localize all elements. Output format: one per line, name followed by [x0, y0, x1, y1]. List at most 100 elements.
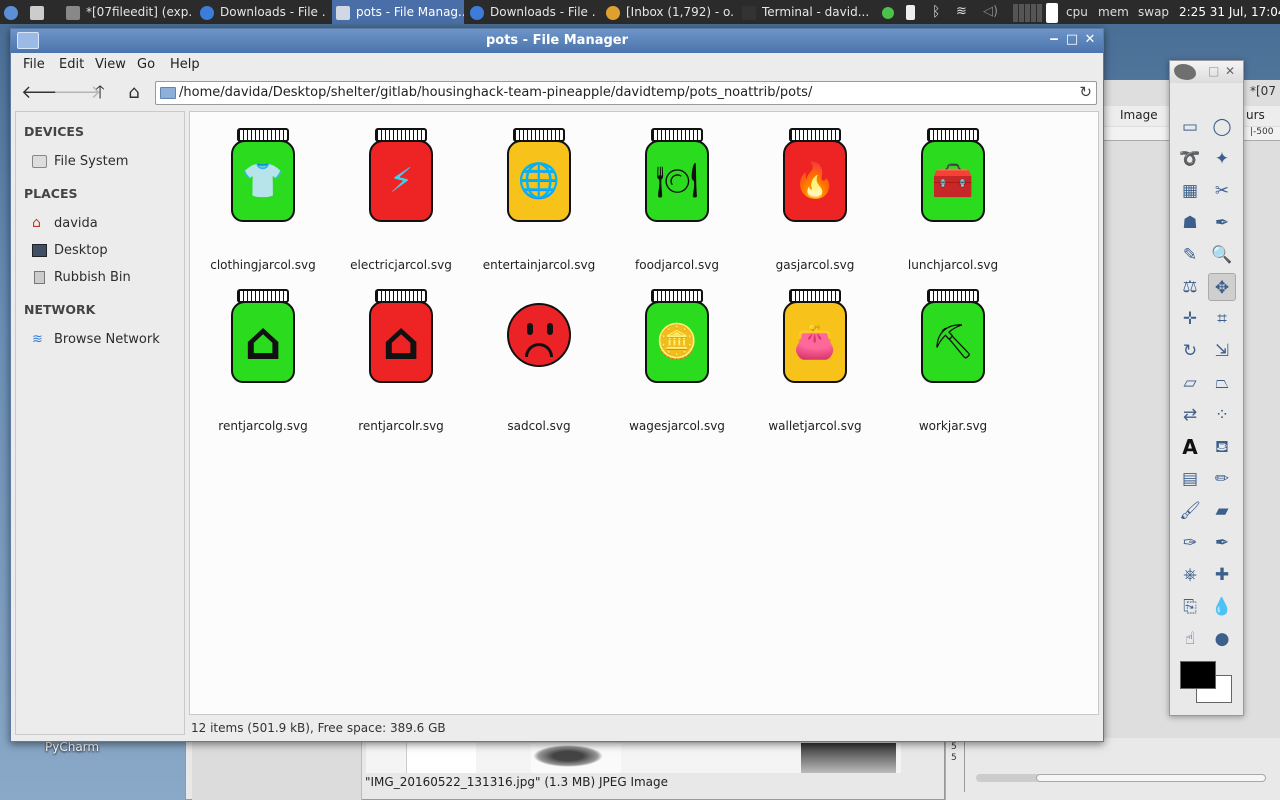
- workspace-switcher[interactable]: [1013, 0, 1045, 24]
- swap-monitor[interactable]: swap: [1138, 0, 1169, 24]
- thumbnail[interactable]: [406, 743, 476, 773]
- file-item[interactable]: ⌂ rentjarcolr.svg: [332, 283, 470, 443]
- menu-view[interactable]: View: [95, 57, 126, 72]
- back-arrow-icon[interactable]: 🡐: [21, 81, 69, 105]
- sidebar-item-rubbish-bin[interactable]: Rubbish Bin: [32, 267, 182, 289]
- show-desktop-icon[interactable]: [30, 0, 48, 24]
- menu-edit[interactable]: Edit: [59, 57, 84, 72]
- close-button[interactable]: ✕: [1081, 31, 1099, 49]
- taskbar-item[interactable]: *[07fileedit] (exp...: [62, 0, 192, 24]
- crop-icon[interactable]: ⌗: [1208, 305, 1236, 333]
- flip-icon[interactable]: ⇄: [1176, 401, 1204, 429]
- align-icon[interactable]: ✛: [1176, 305, 1204, 333]
- home-icon[interactable]: ⌂: [121, 81, 147, 105]
- gimp-menu-fragment[interactable]: urs: [1246, 108, 1265, 122]
- cage-icon[interactable]: ⁘: [1208, 401, 1236, 429]
- scissors-icon[interactable]: ✂: [1208, 177, 1236, 205]
- magic-wand-icon[interactable]: ✦: [1208, 145, 1236, 173]
- desktop-icon-pycharm[interactable]: PyCharm: [45, 740, 99, 754]
- sidebar-item-desktop[interactable]: Desktop: [32, 240, 182, 262]
- location-bar[interactable]: /home/davida/Desktop/shelter/gitlab/hous…: [155, 81, 1097, 105]
- close-button[interactable]: ✕: [1225, 64, 1235, 78]
- file-item[interactable]: 🧰 lunchjarcol.svg: [884, 122, 1022, 282]
- reload-icon[interactable]: ↻: [1079, 83, 1092, 101]
- location-path[interactable]: /home/davida/Desktop/shelter/gitlab/hous…: [179, 85, 812, 100]
- sidebar-item-browse-network[interactable]: ≋ Browse Network: [32, 329, 182, 351]
- airbrush-icon[interactable]: ✑: [1176, 529, 1204, 557]
- taskbar-item[interactable]: [Inbox (1,792) - o...: [602, 0, 734, 24]
- toolbox-titlebar[interactable]: □ ✕: [1170, 61, 1243, 83]
- thumbnail[interactable]: [531, 743, 621, 773]
- network-status-icon[interactable]: [882, 0, 896, 24]
- eraser-icon[interactable]: ▰: [1208, 497, 1236, 525]
- horizontal-scrollbar[interactable]: [976, 774, 1266, 782]
- file-item[interactable]: ⌂ rentjarcolg.svg: [194, 283, 332, 443]
- file-item[interactable]: 🌐 entertainjarcol.svg: [470, 122, 608, 282]
- ink-icon[interactable]: ✒: [1208, 529, 1236, 557]
- maximize-button[interactable]: □: [1063, 31, 1081, 49]
- sidebar-item-file-system[interactable]: File System: [32, 151, 182, 173]
- ellipse-select-icon[interactable]: ◯: [1208, 113, 1236, 141]
- blur-icon[interactable]: 💧: [1208, 593, 1236, 621]
- bucket-fill-icon[interactable]: ⛾: [1208, 433, 1236, 461]
- color-picker-icon[interactable]: ✎: [1176, 241, 1204, 269]
- foreground-select-icon[interactable]: ☗: [1176, 209, 1204, 237]
- rect-select-icon[interactable]: ▭: [1176, 113, 1204, 141]
- heal-icon[interactable]: ✚: [1208, 561, 1236, 589]
- minimize-button[interactable]: ‒: [1045, 31, 1063, 49]
- rotate-icon[interactable]: ↻: [1176, 337, 1204, 365]
- menu-go[interactable]: Go: [137, 57, 155, 72]
- perspective-icon[interactable]: ⏢: [1208, 369, 1236, 397]
- taskbar-item[interactable]: Downloads - File ...: [196, 0, 326, 24]
- perspective-clone-icon[interactable]: ⎘: [1176, 593, 1204, 621]
- measure-icon[interactable]: ⚖: [1176, 273, 1204, 301]
- paintbrush-icon[interactable]: 🖌: [1176, 497, 1204, 525]
- wifi-icon[interactable]: ≋: [956, 0, 976, 24]
- file-icon-view[interactable]: 👕 clothingjarcol.svg ⚡ electricjarcol.svg 🌐 e…: [189, 111, 1099, 715]
- volume-icon[interactable]: ◁): [983, 0, 1001, 24]
- pencil-icon[interactable]: ✏: [1208, 465, 1236, 493]
- file-item[interactable]: 🔥 gasjarcol.svg: [746, 122, 884, 282]
- file-name: rentjarcolr.svg: [358, 419, 444, 433]
- file-name: clothingjarcol.svg: [210, 258, 316, 272]
- select-by-color-icon[interactable]: ▦: [1176, 177, 1204, 205]
- file-item[interactable]: 👕 clothingjarcol.svg: [194, 122, 332, 282]
- cpu-monitor[interactable]: cpu: [1066, 0, 1088, 24]
- file-item[interactable]: ⚡ electricjarcol.svg: [332, 122, 470, 282]
- clock[interactable]: 2:25 31 Jul, 17:04: [1179, 0, 1280, 24]
- maximize-button[interactable]: □: [1208, 64, 1219, 78]
- smudge-icon[interactable]: ☝: [1176, 625, 1204, 653]
- whisker-menu-icon[interactable]: [4, 0, 22, 24]
- thumbnail[interactable]: [801, 743, 896, 773]
- taskbar-item[interactable]: Terminal - david...: [738, 0, 868, 24]
- menu-help[interactable]: Help: [170, 57, 200, 72]
- scale-icon[interactable]: ⇲: [1208, 337, 1236, 365]
- file-item[interactable]: 🍽 foodjarcol.svg: [608, 122, 746, 282]
- zoom-icon[interactable]: 🔍: [1208, 241, 1236, 269]
- file-item[interactable]: 🪙 wagesjarcol.svg: [608, 283, 746, 443]
- menu-file[interactable]: File: [23, 57, 45, 72]
- taskbar-item[interactable]: pots - File Manag...: [332, 0, 464, 24]
- menubar: File Edit View Go Help: [11, 53, 1103, 77]
- paths-icon[interactable]: ✒: [1208, 209, 1236, 237]
- clone-icon[interactable]: ⎈: [1176, 561, 1204, 589]
- gradient-icon[interactable]: ▤: [1176, 465, 1204, 493]
- bluetooth-icon[interactable]: ᛒ: [932, 0, 946, 24]
- sidebar-item-davida[interactable]: ⌂ davida: [32, 213, 182, 235]
- dodge-burn-icon[interactable]: ●: [1208, 625, 1236, 653]
- forward-arrow-icon[interactable]: 🡒: [53, 81, 101, 105]
- lasso-icon[interactable]: ➰: [1176, 145, 1204, 173]
- foreground-color-swatch[interactable]: [1180, 661, 1216, 689]
- move-icon[interactable]: ✥: [1208, 273, 1236, 301]
- file-item[interactable]: 👛 walletjarcol.svg: [746, 283, 884, 443]
- gimp-menu-image[interactable]: Image: [1120, 108, 1158, 122]
- window-titlebar[interactable]: pots - File Manager ‒ □ ✕: [11, 29, 1103, 53]
- text-icon[interactable]: A: [1176, 433, 1204, 461]
- battery-icon[interactable]: [906, 0, 920, 24]
- file-item[interactable]: sadcol.svg: [470, 283, 608, 443]
- file-item[interactable]: ⛏ workjar.svg: [884, 283, 1022, 443]
- shear-icon[interactable]: ▱: [1176, 369, 1204, 397]
- mem-monitor[interactable]: mem: [1098, 0, 1129, 24]
- taskbar-item[interactable]: Downloads - File ...: [466, 0, 596, 24]
- up-arrow-icon[interactable]: 🡑: [87, 81, 113, 105]
